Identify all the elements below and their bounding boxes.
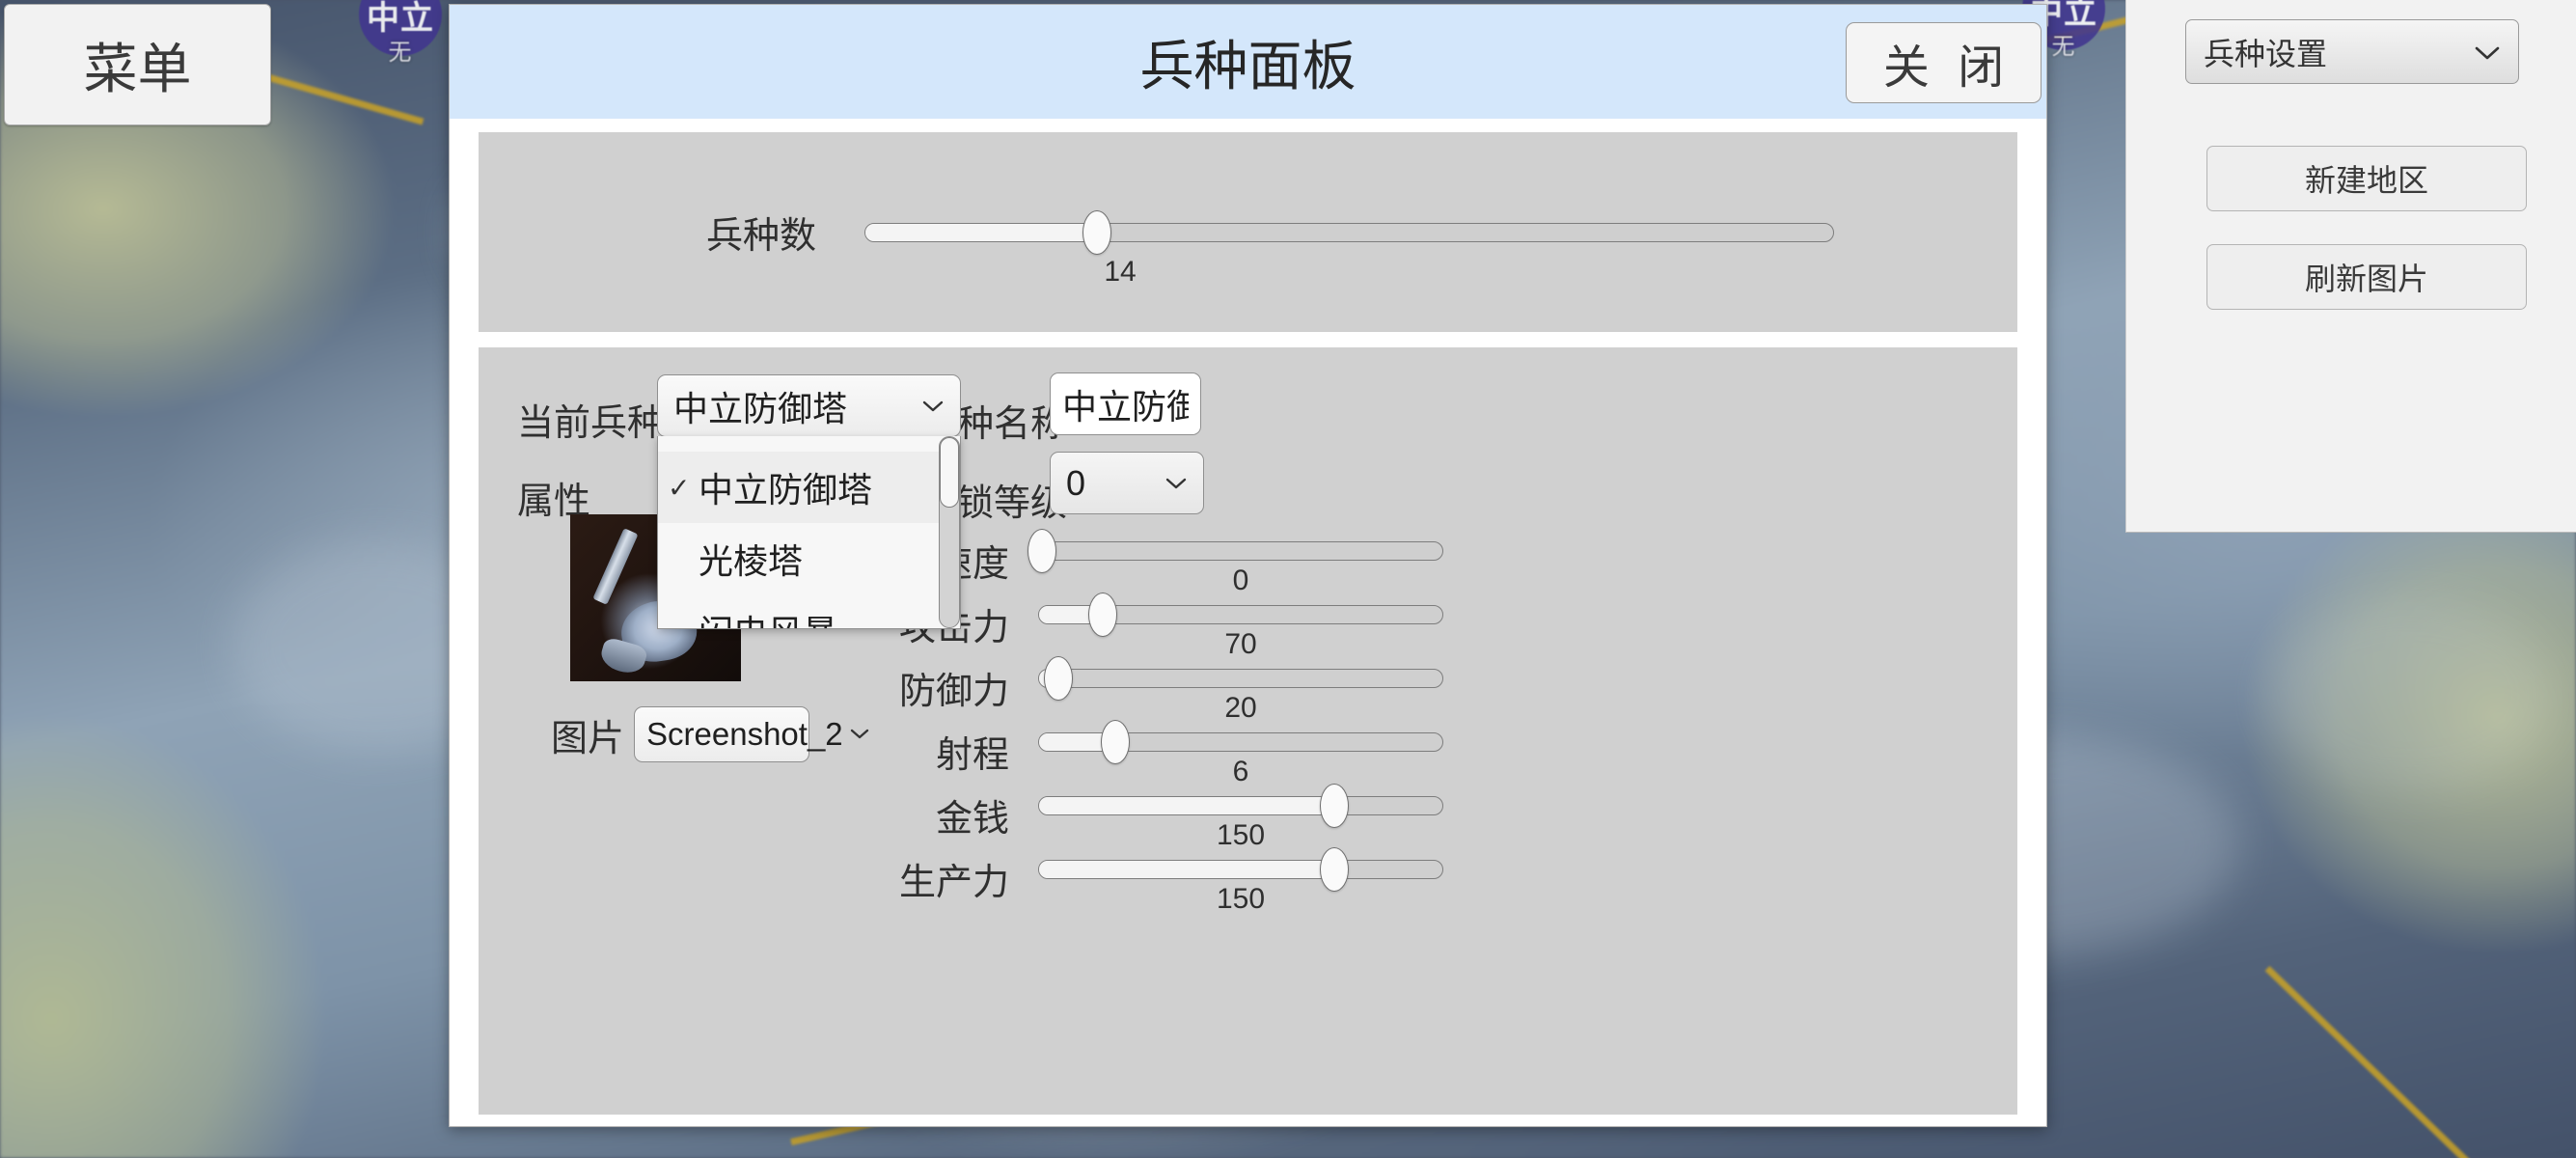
refresh-image-button[interactable]: 刷新图片 (2206, 244, 2527, 310)
stat-label: 防御力 (898, 672, 1009, 712)
current-unit-select[interactable]: 中立防御塔 (657, 374, 961, 437)
sidebar-mode-select[interactable]: 兵种设置 (2185, 19, 2519, 84)
dropdown-scrollbar[interactable] (939, 436, 960, 628)
stat-slider[interactable] (1038, 656, 1443, 701)
attributes-section: 当前兵种 中立防御塔 ✓ 中立防御塔 光棱塔 属性 图片 Screenshot_… (479, 347, 2017, 1115)
page-title: 兵种面板 (1139, 35, 1357, 96)
stat-row: 防御力 20 (884, 653, 2022, 724)
chevron-down-icon (849, 721, 870, 748)
stat-slider-track[interactable] (1038, 541, 1443, 561)
chevron-down-icon (1165, 468, 1188, 498)
stat-sliders-group: 速度0攻击力70防御力20射程6金钱150 生产力 150 (884, 526, 2022, 915)
stat-row: 金钱 150 (884, 781, 2022, 851)
stat-slider[interactable] (1038, 784, 1443, 828)
dropdown-option[interactable]: ✓ 中立防御塔 (658, 452, 939, 523)
unit-count-slider[interactable]: 14 (864, 209, 1834, 288)
dropdown-scrollbar-thumb[interactable] (940, 437, 959, 508)
dropdown-option[interactable]: 闪电风暴 (658, 594, 939, 628)
new-region-button[interactable]: 新建地区 (2206, 146, 2527, 211)
menu-button[interactable]: 菜单 (4, 4, 271, 125)
stat-slider[interactable] (1038, 847, 1443, 892)
sidebar-mode-select-value: 兵种设置 (2204, 36, 2328, 71)
check-icon: ✓ (668, 472, 691, 503)
stat-row: 射程 6 (884, 717, 2022, 787)
dropdown-option[interactable]: 光棱塔 (658, 523, 939, 594)
current-unit-label: 当前兵种 (517, 403, 665, 444)
chevron-down-icon (2474, 34, 2501, 69)
right-sidebar: 兵种设置 新建地区 刷新图片 (2125, 0, 2576, 533)
unit-count-slider-track[interactable] (864, 222, 1834, 242)
stat-slider-track[interactable] (1038, 860, 1443, 879)
current-unit-dropdown-list[interactable]: ✓ 中立防御塔 光棱塔 闪电风暴 磁暴线圈 (657, 436, 961, 629)
image-select-value: Screenshot_2 (646, 716, 843, 752)
stat-row: 速度 0 (884, 526, 2022, 596)
current-unit-select-value: 中立防御塔 (673, 388, 848, 428)
unit-panel-dialog: 兵种面板 关 闭 兵种数 14 当前兵种 中立防御塔 ✓ 中立防御塔 光棱塔 属… (449, 4, 2047, 1127)
image-label: 图片 (551, 718, 625, 759)
stat-slider-track[interactable] (1038, 669, 1443, 688)
unit-count-value: 14 (1104, 255, 1137, 288)
stat-slider[interactable] (1038, 720, 1443, 764)
map-marker-territory[interactable]: 中立 无 (359, 0, 442, 66)
stat-value: 150 (1216, 883, 1266, 915)
map-marker-sublabel: 无 (388, 40, 413, 66)
dropdown-option-label: 中立防御塔 (699, 470, 873, 510)
stat-slider[interactable] (1028, 529, 1443, 573)
stat-slider-fill (1039, 861, 1334, 878)
stat-row: 攻击力70 (884, 590, 2022, 660)
stat-label: 金钱 (935, 799, 1009, 840)
image-picker-row: 图片 Screenshot_2 (551, 706, 868, 762)
app-root: 中立 无 中立 无 菜单 兵种设置 新建地区 刷新图片 兵种面板 关 闭 兵种数 (0, 0, 2576, 1158)
stat-label: 射程 (935, 735, 1009, 776)
chevron-down-icon (921, 391, 945, 421)
dropdown-option-label: 光棱塔 (699, 541, 804, 581)
unit-count-section: 兵种数 14 (479, 132, 2017, 332)
unit-count-label: 兵种数 (705, 216, 816, 257)
image-select[interactable]: Screenshot_2 (634, 706, 868, 762)
close-button[interactable]: 关 闭 (1846, 22, 2042, 103)
panel-titlebar: 兵种面板 关 闭 (450, 5, 2046, 119)
unit-count-slider-thumb[interactable] (1082, 209, 1112, 255)
stat-slider-fill (1039, 797, 1334, 814)
turret-barrel-shape (592, 528, 639, 605)
stat-slider-track[interactable] (1038, 796, 1443, 815)
stat-slider[interactable] (1038, 593, 1443, 637)
stat-label: 生产力 (898, 863, 1009, 903)
unit-count-slider-fill (865, 223, 1098, 241)
dropdown-option-label: 闪电风暴 (699, 605, 837, 628)
dropdown-options-scroll-area: ✓ 中立防御塔 光棱塔 闪电风暴 磁暴线圈 (658, 436, 939, 628)
unit-name-input[interactable] (1050, 372, 1201, 435)
unlock-level-select[interactable]: 0 (1050, 452, 1204, 514)
stat-slider-track[interactable] (1038, 732, 1443, 752)
stat-row: 生产力 150 (884, 844, 2022, 915)
unlock-level-select-value: 0 (1066, 462, 1086, 503)
